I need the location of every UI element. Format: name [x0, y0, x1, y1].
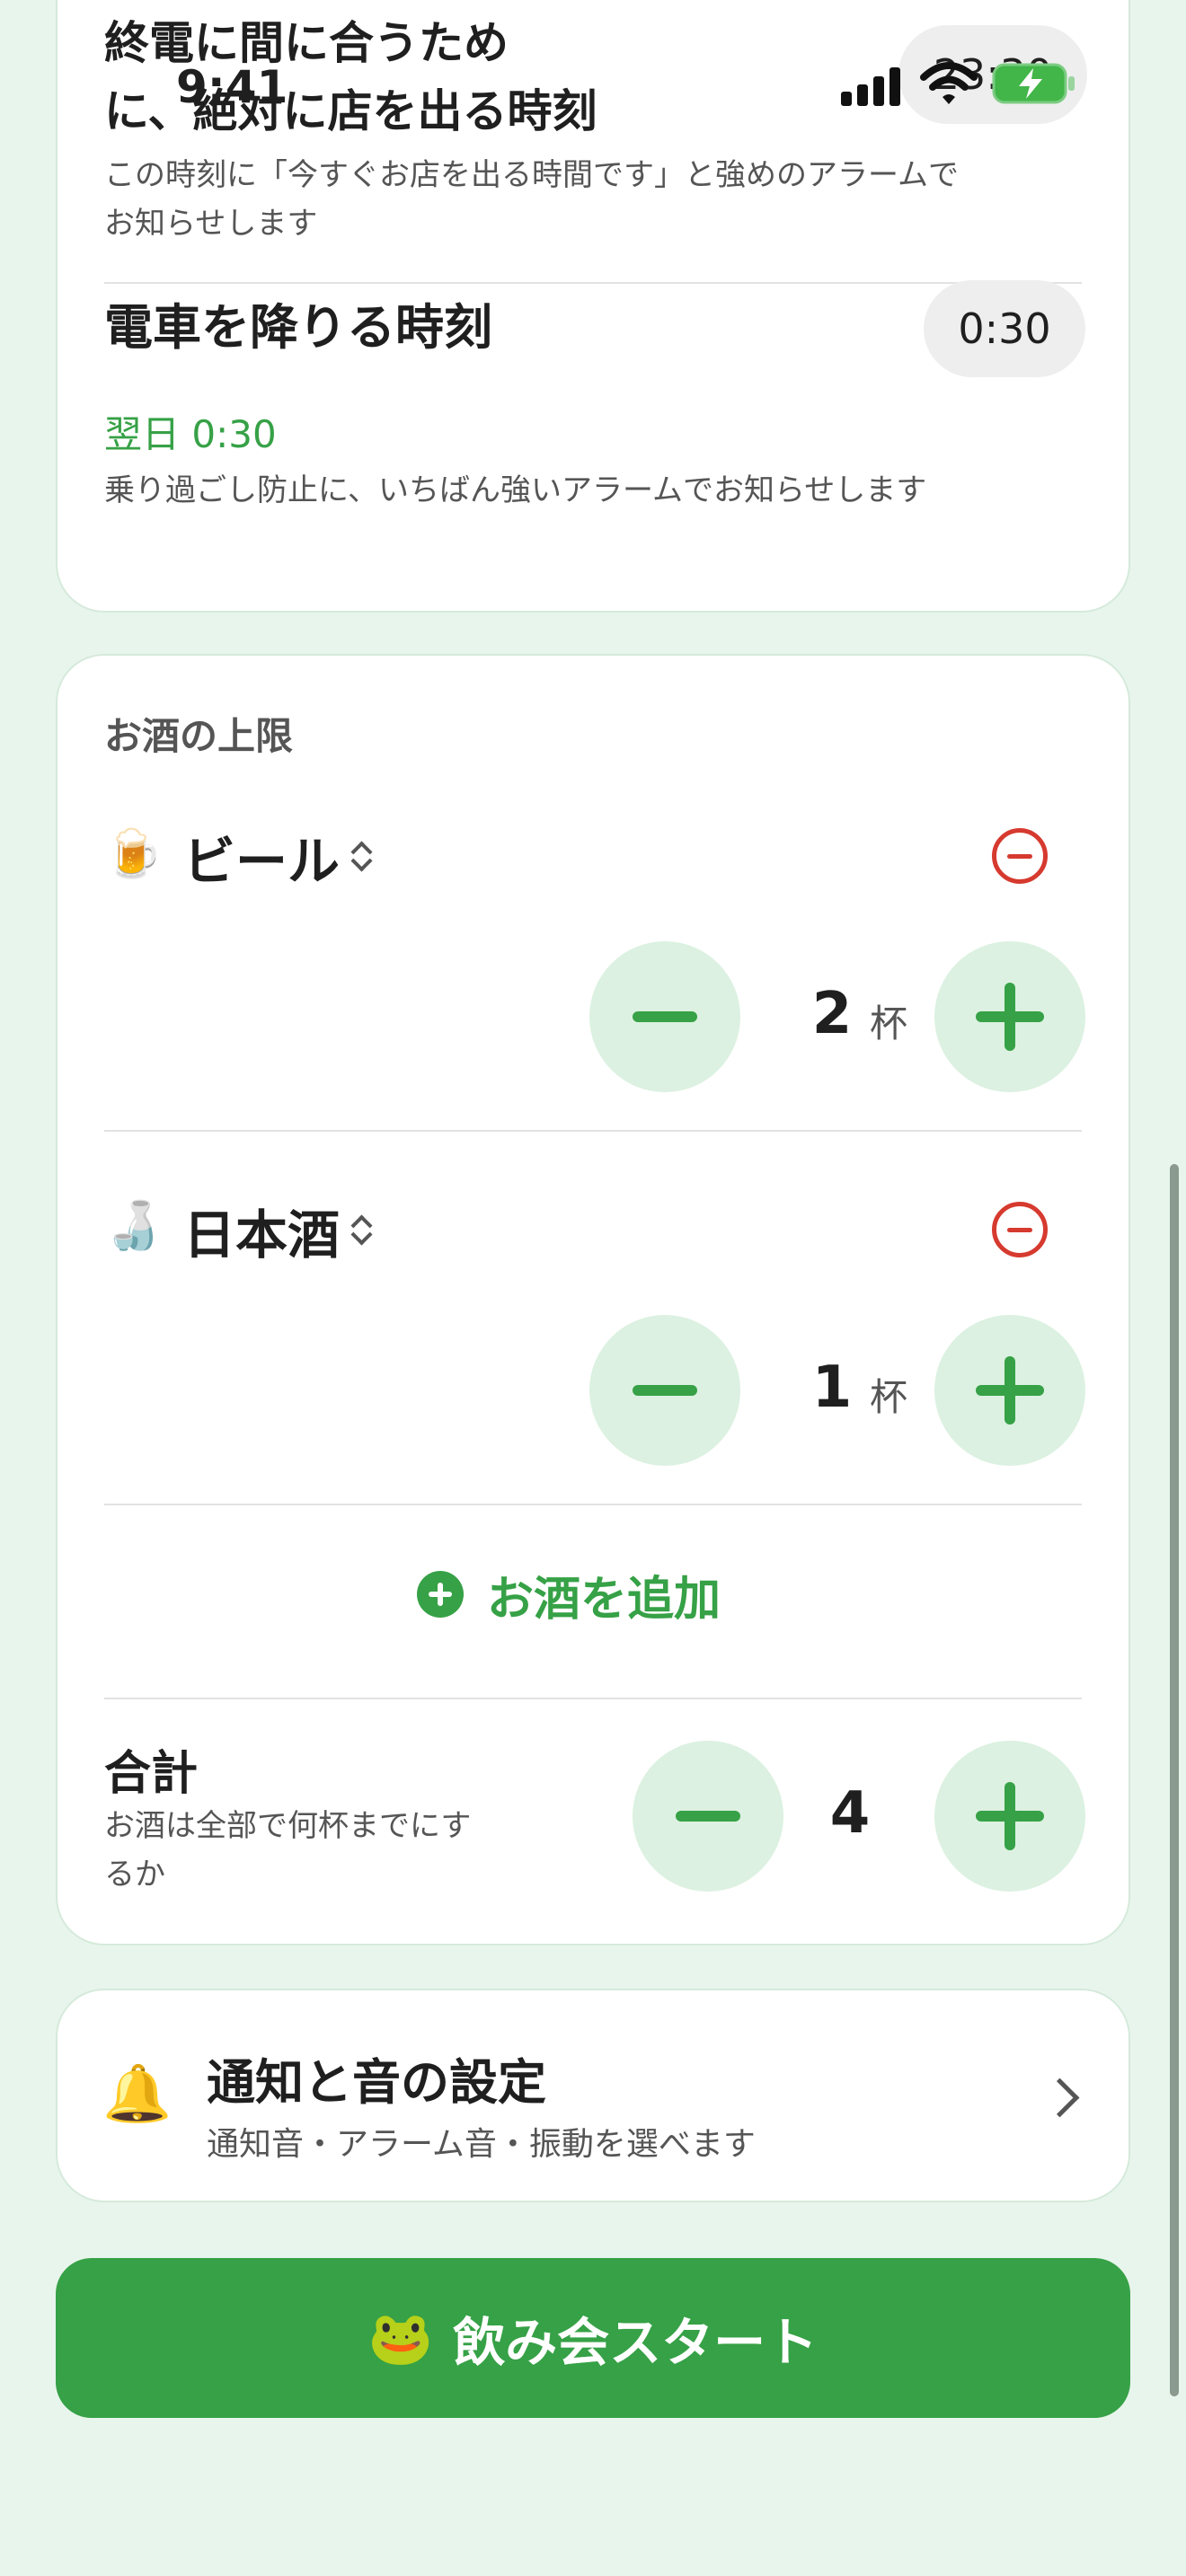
chevron-updown-icon[interactable] [349, 839, 374, 875]
minus-icon [633, 1011, 697, 1022]
remove-beer-button[interactable] [992, 828, 1048, 884]
remove-sake-button[interactable] [992, 1202, 1048, 1257]
notification-settings-row[interactable]: 🔔 通知と音の設定 通知音・アラーム音・振動を選べます [56, 1989, 1130, 2202]
total-increment-button[interactable] [934, 1741, 1085, 1892]
total-count: 4 [829, 1780, 871, 1847]
start-button-label: 飲み会スタート [453, 2312, 819, 2373]
get-off-next-day: 翌日 0:30 [104, 412, 277, 456]
minus-circle-icon [1007, 853, 1032, 859]
total-decrement-button[interactable] [633, 1741, 783, 1892]
minus-icon [676, 1811, 740, 1822]
get-off-time-pill[interactable]: 0:30 [924, 280, 1085, 377]
chevron-updown-icon[interactable] [349, 1213, 374, 1248]
minus-circle-icon [1007, 1227, 1032, 1232]
settings-subtitle: 通知音・アラーム音・振動を選べます [207, 2126, 756, 2163]
drink-section-title: お酒の上限 [104, 714, 294, 758]
wifi-icon [920, 59, 978, 108]
sake-increment-button[interactable] [934, 1315, 1085, 1466]
drink-divider [104, 1504, 1082, 1505]
sake-unit: 杯 [870, 1375, 908, 1419]
alarm-divider [104, 282, 1082, 284]
battery-charging-icon [992, 63, 1076, 104]
start-party-button[interactable]: 🐸 飲み会スタート [56, 2258, 1130, 2418]
get-off-time-value: 0:30 [958, 304, 1051, 353]
frog-icon: 🐸 [367, 2307, 434, 2369]
status-time: 9:41 [176, 61, 288, 113]
plus-icon [976, 1782, 1044, 1850]
chevron-right-icon [1040, 2078, 1080, 2118]
beer-icon: 🍺 [104, 827, 163, 881]
sake-decrement-button[interactable] [589, 1315, 740, 1466]
add-drink-button[interactable]: お酒を追加 [417, 1554, 721, 1635]
drink-type-selector-sake[interactable]: 日本酒 [183, 1193, 340, 1268]
add-drink-label: お酒を追加 [487, 1572, 721, 1627]
get-off-time-title: 電車を降りる時刻 [104, 299, 492, 356]
bell-icon: 🔔 [102, 2060, 173, 2126]
plus-circle-icon [417, 1571, 464, 1618]
total-description: お酒は全部で何杯までにす るか [104, 1808, 472, 1892]
sake-count: 1 [811, 1354, 853, 1421]
total-title: 合計 [104, 1747, 199, 1801]
get-off-description: 乗り過ごし防止に、いちばん強いアラームでお知らせします [104, 472, 927, 508]
scrollbar[interactable] [1170, 1164, 1179, 2396]
minus-icon [633, 1385, 697, 1396]
drink-divider [104, 1130, 1082, 1132]
beer-unit: 杯 [870, 1001, 908, 1045]
beer-increment-button[interactable] [934, 941, 1085, 1092]
beer-count: 2 [811, 981, 853, 1047]
beer-decrement-button[interactable] [589, 941, 740, 1092]
drink-type-selector-beer[interactable]: ビール [183, 819, 340, 895]
plus-icon [976, 983, 1044, 1051]
drink-limit-card: お酒の上限 🍺 ビール 2 杯 🍶 日本酒 1 杯 お酒を追加 合計 お酒は全部… [56, 654, 1130, 1945]
leave-time-description: この時刻に「今すぐお店を出る時間です」と強めのアラームで お知らせします [104, 157, 959, 242]
settings-title: 通知と音の設定 [207, 2054, 546, 2111]
drink-divider [104, 1698, 1082, 1699]
sake-icon: 🍶 [104, 1199, 163, 1253]
signal-icon [841, 65, 904, 106]
plus-icon [976, 1356, 1044, 1425]
